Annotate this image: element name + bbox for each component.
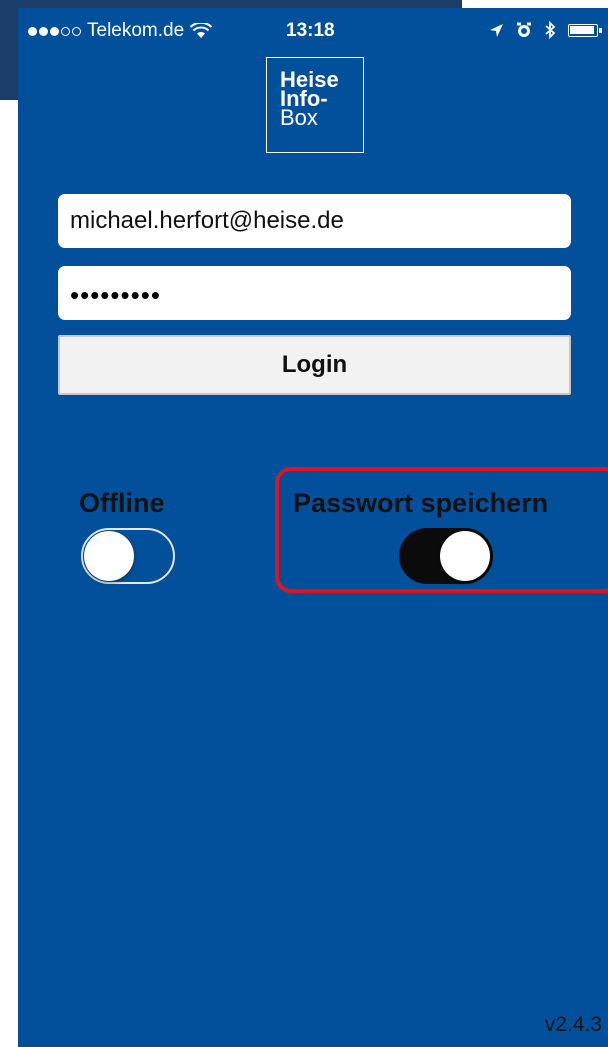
signal-strength-icon [28,26,81,36]
location-arrow-icon [490,23,503,37]
version-label: v2.4.3 [544,1013,602,1036]
wifi-icon [190,23,213,38]
status-left: Telekom.de [28,20,213,42]
save-password-label: Passwort speichern [293,488,549,518]
status-bar: Telekom.de 13:18 [18,8,608,52]
heise-infobox-logo: Heise Info- Box [266,57,364,153]
carrier-name: Telekom.de [87,20,185,41]
save-password-toggle-knob [440,531,490,581]
phone-screen: Telekom.de 13:18 Heise Info- Box michael… [18,8,608,1047]
offline-toggle-knob [84,531,134,581]
status-time: 13:18 [286,20,335,41]
battery-icon [568,23,602,37]
status-right [489,21,602,39]
email-field[interactable] [58,194,571,248]
password-mask: ••••••••• [70,280,161,310]
bluetooth-icon [545,21,556,39]
offline-label: Offline [79,488,165,518]
alarm-clock-icon [517,22,531,37]
login-button[interactable]: Login [58,335,571,395]
save-password-toggle[interactable] [399,528,493,584]
offline-toggle[interactable] [81,528,175,584]
